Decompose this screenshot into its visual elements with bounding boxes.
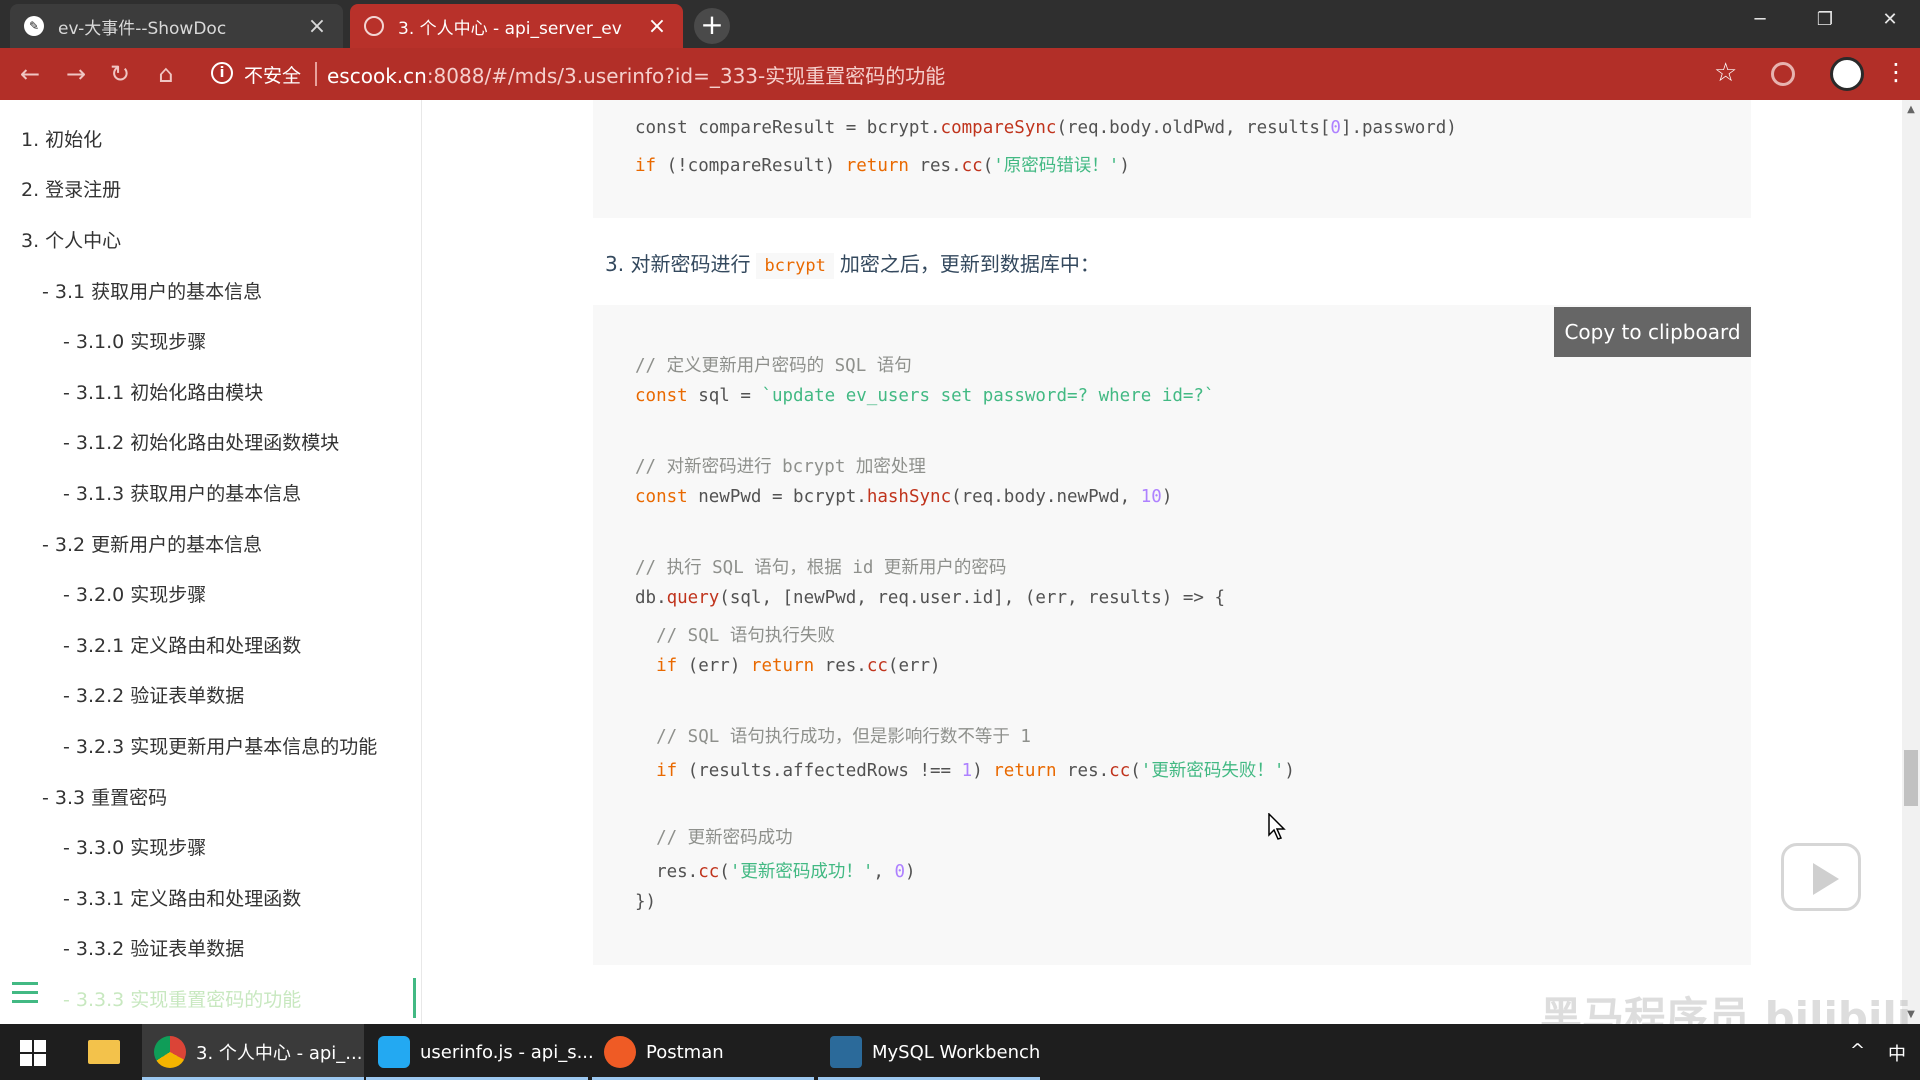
sidebar-item-3-2-0[interactable]: - 3.2.0 实现步骤 <box>63 580 206 607</box>
sidebar-toggle-icon[interactable] <box>12 982 38 1009</box>
sidebar-item-3-1-0[interactable]: - 3.1.0 实现步骤 <box>63 327 206 354</box>
page-scrollbar[interactable]: ▲ ▼ <box>1902 100 1920 1024</box>
scroll-up-icon[interactable]: ▲ <box>1902 104 1920 115</box>
address-bar[interactable]: escook.cn:8088/#/mds/3.userinfo?id=_333-… <box>327 60 945 89</box>
url-host: escook.cn <box>327 64 427 88</box>
bookmark-star-icon[interactable]: ☆ <box>1714 58 1737 88</box>
sidebar-item-3-2-3[interactable]: - 3.2.3 实现更新用户基本信息的功能 <box>63 732 377 759</box>
code-line: db.query(sql, [newPwd, req.user.id], (er… <box>635 588 1226 608</box>
tab-title: 3. 个人中心 - api_server_ev <box>398 18 622 39</box>
windows-start-icon[interactable] <box>20 1040 46 1066</box>
sidebar-item-3-3-3[interactable]: - 3.3.3 实现重置密码的功能 <box>63 985 301 1012</box>
sidebar-item-3-1[interactable]: - 3.1 获取用户的基本信息 <box>42 277 262 304</box>
doc-content: const compareResult = bcrypt.compareSync… <box>423 100 1902 1024</box>
mysql-workbench-icon <box>830 1036 862 1068</box>
code-comment: // 对新密码进行 bcrypt 加密处理 <box>635 457 926 477</box>
code-block-update-password: // 定义更新用户密码的 SQL 语句 const sql = `update … <box>593 305 1751 965</box>
taskbar-label: Postman <box>646 1041 724 1063</box>
minimize-icon[interactable]: ─ <box>1732 0 1788 40</box>
browser-tab-showdoc[interactable]: ✎ ev-大事件--ShowDoc × <box>10 4 343 48</box>
extension-icon[interactable] <box>1771 62 1795 86</box>
chrome-icon <box>154 1036 186 1068</box>
home-icon[interactable]: ⌂ <box>148 56 184 92</box>
url-path: :8088/#/mds/3.userinfo?id=_333-实现重置密码的功能 <box>426 64 946 88</box>
taskbar-label: MySQL Workbench <box>872 1041 1041 1063</box>
video-play-icon[interactable] <box>1781 843 1861 911</box>
sidebar-item-3-2-2[interactable]: - 3.2.2 验证表单数据 <box>63 681 244 708</box>
sidebar-item-profile[interactable]: 3. 个人中心 <box>21 226 121 253</box>
ime-indicator[interactable]: 中 <box>1888 1040 1906 1066</box>
browser-tab-strip: ✎ ev-大事件--ShowDoc × 3. 个人中心 - api_server… <box>0 0 1920 48</box>
site-info-icon[interactable]: i <box>211 62 233 84</box>
url-divider <box>315 62 317 86</box>
code-line: const compareResult = bcrypt.compareSync… <box>635 118 1457 138</box>
vscode-icon <box>378 1036 410 1068</box>
sidebar-item-3-1-3[interactable]: - 3.1.3 获取用户的基本信息 <box>63 479 301 506</box>
taskbar-label: userinfo.js - api_s... <box>420 1041 594 1063</box>
sidebar-item-3-2[interactable]: - 3.2 更新用户的基本信息 <box>42 530 262 557</box>
sidebar-item-3-3[interactable]: - 3.3 重置密码 <box>42 783 167 810</box>
code-comment: // 执行 SQL 语句，根据 id 更新用户的密码 <box>635 558 1007 578</box>
tray-chevron-icon[interactable]: ^ <box>1850 1040 1865 1061</box>
forward-icon[interactable]: → <box>58 56 94 92</box>
code-line: const newPwd = bcrypt.hashSync(req.body.… <box>635 487 1173 507</box>
code-line: }) <box>635 892 657 912</box>
sidebar-item-3-2-1[interactable]: - 3.2.1 定义路由和处理函数 <box>63 631 301 658</box>
sidebar-active-indicator <box>413 978 416 1018</box>
postman-icon <box>604 1036 636 1068</box>
taskbar-item-vscode[interactable]: userinfo.js - api_s... <box>366 1024 594 1080</box>
code-line: if (!compareResult) return res.cc('原密码错误… <box>635 156 1130 176</box>
back-icon[interactable]: ← <box>12 56 48 92</box>
file-explorer-icon[interactable] <box>88 1040 120 1064</box>
code-line: if (results.affectedRows !== 1) return r… <box>635 761 1295 781</box>
code-block-compare: const compareResult = bcrypt.compareSync… <box>593 100 1751 218</box>
globe-favicon-icon <box>364 16 384 36</box>
code-line: res.cc('更新密码成功！', 0) <box>635 862 916 882</box>
sidebar-item-3-3-2[interactable]: - 3.3.2 验证表单数据 <box>63 934 244 961</box>
windows-taskbar: 3. 个人中心 - api_... userinfo.js - api_s...… <box>0 1024 1920 1080</box>
browser-toolbar: ← → ↻ ⌂ i 不安全 escook.cn:8088/#/mds/3.use… <box>0 48 1920 100</box>
taskbar-item-postman[interactable]: Postman <box>592 1024 814 1080</box>
reload-icon[interactable]: ↻ <box>102 56 138 92</box>
sidebar-item-3-3-1[interactable]: - 3.3.1 定义路由和处理函数 <box>63 884 301 911</box>
step-3-text: 3. 对新密码进行 bcrypt 加密之后，更新到数据库中： <box>605 248 1100 279</box>
code-line: const sql = `update ev_users set passwor… <box>635 386 1215 406</box>
docs-sidebar: 1. 初始化 2. 登录注册 3. 个人中心 - 3.1 获取用户的基本信息 -… <box>0 100 422 1024</box>
window-close-icon[interactable]: ✕ <box>1862 0 1918 40</box>
code-comment: // SQL 语句执行成功，但是影响行数不等于 1 <box>635 727 1031 747</box>
sidebar-item-init[interactable]: 1. 初始化 <box>21 125 102 152</box>
tab-close-icon[interactable]: × <box>305 14 329 39</box>
taskbar-item-chrome[interactable]: 3. 个人中心 - api_... <box>142 1024 364 1080</box>
code-line: if (err) return res.cc(err) <box>635 656 941 676</box>
code-comment: // SQL 语句执行失败 <box>635 626 835 646</box>
tab-close-icon[interactable]: × <box>645 14 669 39</box>
scroll-thumb[interactable] <box>1904 750 1918 806</box>
security-label[interactable]: 不安全 <box>244 61 301 88</box>
copy-to-clipboard-button[interactable]: Copy to clipboard <box>1554 307 1751 357</box>
sidebar-item-3-1-1[interactable]: - 3.1.1 初始化路由模块 <box>63 378 263 405</box>
inline-code-bcrypt: bcrypt <box>756 253 834 279</box>
sidebar-item-login[interactable]: 2. 登录注册 <box>21 175 121 202</box>
browser-tab-api-server[interactable]: 3. 个人中心 - api_server_ev × <box>350 4 683 48</box>
code-comment: // 定义更新用户密码的 SQL 语句 <box>635 356 912 376</box>
taskbar-label: 3. 个人中心 - api_... <box>196 1043 363 1064</box>
tab-title: ev-大事件--ShowDoc <box>58 18 227 39</box>
taskbar-item-mysql-workbench[interactable]: MySQL Workbench <box>818 1024 1040 1080</box>
profile-avatar[interactable] <box>1830 57 1864 91</box>
showdoc-favicon-icon: ✎ <box>24 16 44 36</box>
new-tab-button[interactable]: + <box>694 8 730 44</box>
browser-menu-icon[interactable]: ⋮ <box>1884 58 1908 86</box>
sidebar-item-3-3-0[interactable]: - 3.3.0 实现步骤 <box>63 833 206 860</box>
restore-icon[interactable]: ❐ <box>1797 0 1853 40</box>
code-comment: // 更新密码成功 <box>635 828 793 848</box>
mouse-cursor-icon <box>1268 813 1286 840</box>
sidebar-item-3-1-2[interactable]: - 3.1.2 初始化路由处理函数模块 <box>63 428 339 455</box>
